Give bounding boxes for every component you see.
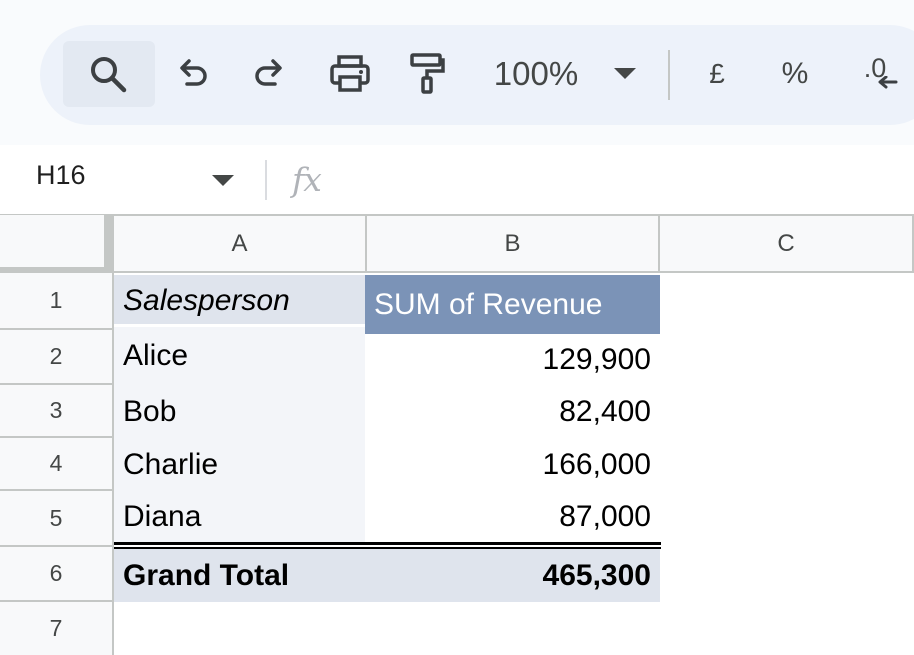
pivot-row-value-cell[interactable]: 166,000 (365, 438, 660, 491)
percent-icon: % (781, 57, 809, 90)
select-all-corner[interactable] (0, 215, 114, 276)
pivot-row-value-cell[interactable]: 87,000 (365, 491, 660, 542)
column-header-a[interactable]: A (114, 216, 367, 273)
name-box[interactable]: H16 (36, 160, 86, 191)
pivot-row-label-cell[interactable]: Charlie (114, 438, 365, 491)
grand-total-label-cell[interactable]: Grand Total (114, 549, 365, 602)
redo-icon[interactable] (248, 46, 290, 102)
name-box-dropdown-icon[interactable] (212, 174, 234, 192)
print-icon[interactable] (327, 46, 373, 102)
formula-bar (0, 145, 914, 215)
pivot-header-value-cell[interactable]: SUM of Revenue (365, 275, 660, 334)
pivot-row-value-cell[interactable]: 129,900 (365, 334, 660, 385)
fx-icon: fx (292, 160, 322, 199)
decrease-decimal-button[interactable]: .0 (850, 46, 900, 102)
pivot-row-label-cell[interactable]: Alice (114, 327, 365, 385)
paint-format-icon[interactable] (406, 46, 448, 102)
column-header-c[interactable]: C (660, 216, 914, 273)
row-header-4[interactable]: 4 (0, 438, 114, 491)
row-header-1[interactable]: 1 (0, 273, 114, 330)
search-icon[interactable] (84, 46, 132, 102)
row-header-5[interactable]: 5 (0, 491, 114, 547)
row-header-6[interactable]: 6 (0, 547, 114, 602)
grand-total-border-top (114, 542, 661, 545)
pivot-row-label-cell[interactable]: Diana (114, 491, 365, 542)
row-header-3[interactable]: 3 (0, 385, 114, 438)
toolbar-divider (668, 50, 670, 100)
zoom-value: 100% (493, 55, 579, 92)
format-currency-button[interactable]: £ (700, 46, 734, 102)
pivot-row-value-cell[interactable]: 82,400 (365, 385, 660, 438)
pivot-row-label-cell[interactable]: Bob (114, 385, 365, 438)
row-header-7[interactable]: 7 (0, 602, 114, 655)
pivot-header-label-cell[interactable]: Salesperson (114, 275, 365, 327)
grand-total-value-cell[interactable]: 465,300 (365, 549, 660, 602)
formula-bar-divider (265, 160, 267, 200)
column-header-b[interactable]: B (367, 216, 660, 273)
undo-icon[interactable] (172, 46, 214, 102)
zoom-select[interactable]: 100% (486, 46, 586, 102)
row-header-2[interactable]: 2 (0, 330, 114, 385)
currency-icon: £ (709, 58, 725, 89)
format-percent-button[interactable]: % (777, 46, 813, 102)
zoom-dropdown-icon[interactable] (610, 46, 640, 102)
